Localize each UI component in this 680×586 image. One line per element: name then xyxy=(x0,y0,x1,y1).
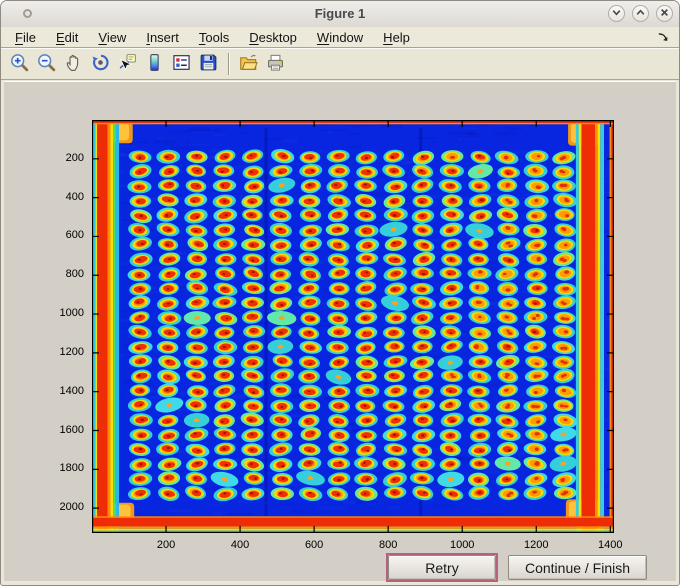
x-tick-label: 800 xyxy=(378,539,398,551)
y-tick-label: 1400 xyxy=(59,384,84,397)
y-tick-label: 400 xyxy=(65,190,84,203)
insert-legend-icon xyxy=(171,52,192,76)
retry-button[interactable]: Retry xyxy=(388,555,496,580)
zoom-out-button[interactable] xyxy=(34,51,59,77)
insert-legend-button[interactable] xyxy=(169,51,194,77)
data-cursor-button[interactable] xyxy=(115,51,140,77)
y-tick-label: 1200 xyxy=(59,345,84,358)
insert-colorbar-button[interactable] xyxy=(142,51,167,77)
x-tick-label: 600 xyxy=(304,539,324,551)
y-tick-label: 2000 xyxy=(59,501,84,514)
figure-canvas-area: 200 400 600 800 1000 1200 1400 200 400 600 800 100… xyxy=(4,81,676,582)
y-tick-label: 600 xyxy=(65,229,84,242)
menu-insert[interactable]: Insert xyxy=(136,28,189,47)
zoom-out-icon xyxy=(36,52,57,76)
insert-colorbar-icon xyxy=(144,52,165,76)
open-file-button[interactable] xyxy=(236,51,261,77)
minimize-button[interactable] xyxy=(608,5,625,22)
y-tick-label: 1000 xyxy=(59,307,84,320)
print-figure-icon xyxy=(265,52,286,76)
window-title: Figure 1 xyxy=(314,6,366,21)
chevron-down-icon xyxy=(611,6,622,21)
zoom-in-button[interactable] xyxy=(7,51,32,77)
y-tick-label: 1800 xyxy=(59,462,84,475)
rotate-3d-button[interactable] xyxy=(88,51,113,77)
menu-bar: File Edit View Insert Tools Desktop Window Help xyxy=(1,27,679,48)
x-tick-label: 1000 xyxy=(449,539,475,551)
rotate-3d-icon xyxy=(90,52,111,76)
open-file-icon xyxy=(238,52,259,76)
title-bar[interactable]: Figure 1 xyxy=(1,1,679,28)
x-tick-label: 1400 xyxy=(598,539,623,551)
y-tick-label: 800 xyxy=(65,268,84,281)
menu-tools[interactable]: Tools xyxy=(189,28,239,47)
y-tick-label: 1600 xyxy=(59,423,84,436)
menu-help[interactable]: Help xyxy=(373,28,420,47)
pan-icon xyxy=(63,52,84,76)
dock-arrow-icon xyxy=(656,31,669,46)
save-figure-icon xyxy=(198,52,219,76)
toolbar-separator xyxy=(228,53,229,75)
close-button[interactable] xyxy=(656,5,673,22)
y-tick-label: 200 xyxy=(65,151,84,164)
window-controls xyxy=(608,5,673,22)
figure-toolbar xyxy=(1,48,679,80)
menu-view[interactable]: View xyxy=(88,28,136,47)
x-tick-label: 1200 xyxy=(524,539,549,551)
menu-window[interactable]: Window xyxy=(307,28,373,47)
x-tick-label: 200 xyxy=(156,539,176,551)
cross-icon xyxy=(659,6,670,21)
retry-focus-ring: Retry xyxy=(386,553,498,582)
menu-edit[interactable]: Edit xyxy=(46,28,88,47)
data-cursor-icon xyxy=(117,52,138,76)
x-tick-label: 400 xyxy=(230,539,250,551)
microarray-image xyxy=(92,120,614,533)
menu-file[interactable]: File xyxy=(5,28,46,47)
menu-desktop[interactable]: Desktop xyxy=(239,28,307,47)
maximize-button[interactable] xyxy=(632,5,649,22)
chevron-up-icon xyxy=(635,6,646,21)
save-figure-button[interactable] xyxy=(196,51,221,77)
figure-window: Figure 1 File Edit View Insert Tools Desktop W… xyxy=(0,0,680,586)
pan-button[interactable] xyxy=(61,51,86,77)
continue-finish-button[interactable]: Continue / Finish xyxy=(508,555,647,580)
dock-figure-button[interactable] xyxy=(656,30,669,46)
print-figure-button[interactable] xyxy=(263,51,288,77)
zoom-in-icon xyxy=(9,52,30,76)
